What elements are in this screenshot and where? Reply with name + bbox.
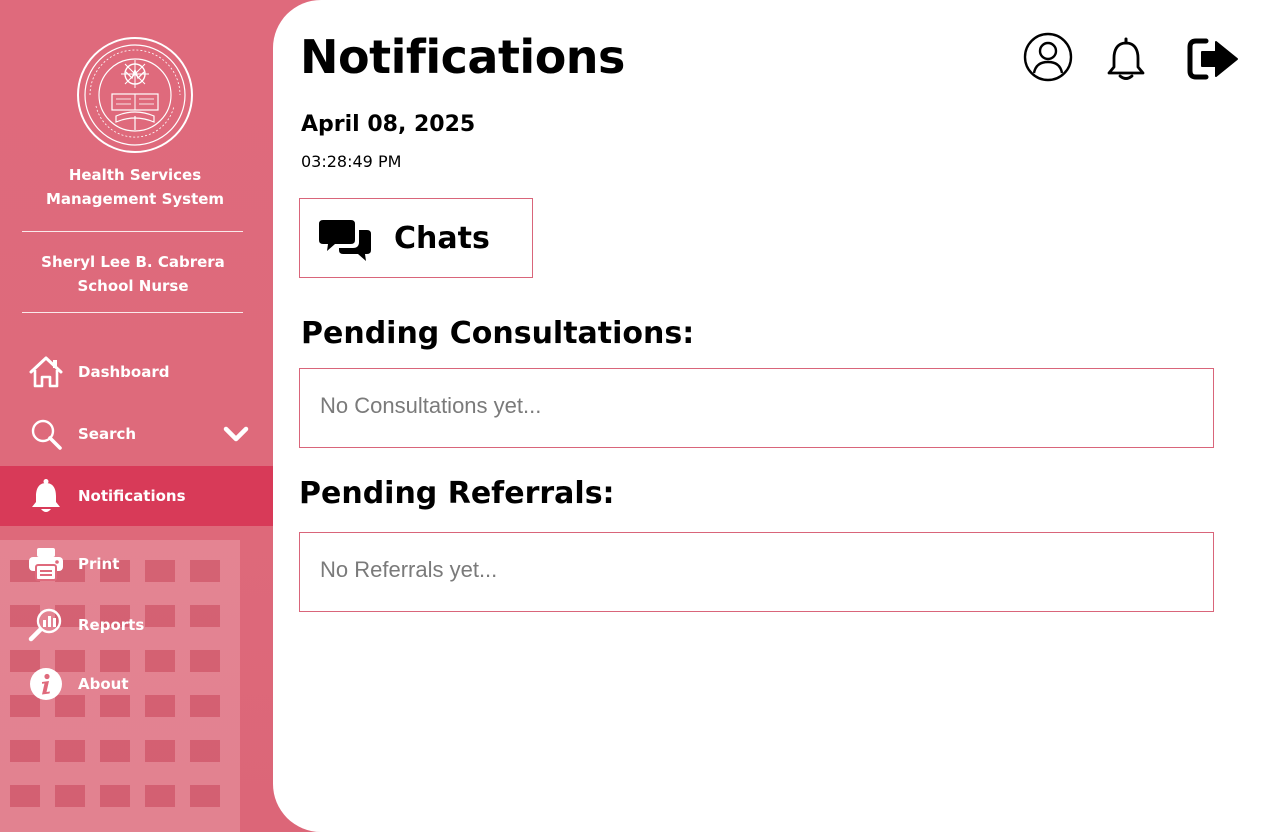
sidebar-item-search[interactable]: Search (0, 404, 273, 464)
info-icon (28, 666, 64, 702)
chat-bubbles-icon (319, 220, 371, 261)
sidebar-item-label: About (78, 675, 129, 693)
sidebar-item-label: Dashboard (78, 363, 170, 381)
home-icon (28, 354, 64, 390)
sidebar-item-about[interactable]: About (0, 654, 273, 714)
printer-icon (28, 546, 64, 582)
consultations-empty-text: No Consultations yet... (320, 393, 542, 418)
system-name-line1: Health Services (68, 166, 202, 184)
pending-consultations-heading: Pending Consultations: (301, 316, 695, 351)
pending-referrals-heading: Pending Referrals: (299, 476, 615, 511)
sidebar-item-label: Notifications (78, 487, 186, 505)
sidebar: Health Services Management System Sheryl… (0, 0, 310, 832)
sidebar-item-label: Reports (78, 616, 145, 634)
sidebar-item-dashboard[interactable]: Dashboard (0, 342, 273, 402)
sidebar-divider-top (22, 231, 243, 232)
sidebar-divider-bottom (22, 312, 243, 313)
current-time: 03:28:49 PM (301, 152, 402, 171)
university-seal-logo (77, 37, 193, 153)
reports-icon (28, 607, 64, 643)
bell-icon (28, 478, 64, 514)
pending-consultations-box: No Consultations yet... (299, 368, 1214, 448)
system-name: Health Services Management System (0, 163, 270, 211)
referrals-empty-text: No Referrals yet... (320, 557, 498, 582)
page-title: Notifications (300, 30, 625, 84)
user-name: Sheryl Lee B. Cabrera (41, 253, 225, 271)
user-role: School Nurse (77, 277, 189, 295)
chats-label: Chats (394, 221, 490, 256)
pending-referrals-box: No Referrals yet... (299, 532, 1214, 612)
main-content: Notifications April 08, 2025 03:28:49 PM… (273, 0, 1280, 832)
system-name-line2: Management System (45, 190, 225, 208)
sidebar-item-print[interactable]: Print (0, 534, 273, 594)
logout-icon[interactable] (1186, 36, 1240, 82)
chevron-down-icon[interactable] (223, 425, 249, 443)
sidebar-item-label: Print (78, 555, 120, 573)
bell-icon[interactable] (1104, 36, 1148, 82)
search-icon (28, 416, 64, 452)
current-date: April 08, 2025 (301, 112, 476, 137)
user-info: Sheryl Lee B. Cabrera School Nurse (0, 250, 266, 298)
sidebar-item-notifications[interactable]: Notifications (0, 466, 273, 526)
sidebar-item-label: Search (78, 425, 137, 443)
chats-button[interactable]: Chats (299, 198, 533, 278)
sidebar-item-reports[interactable]: Reports (0, 595, 273, 655)
profile-icon[interactable] (1023, 32, 1073, 82)
